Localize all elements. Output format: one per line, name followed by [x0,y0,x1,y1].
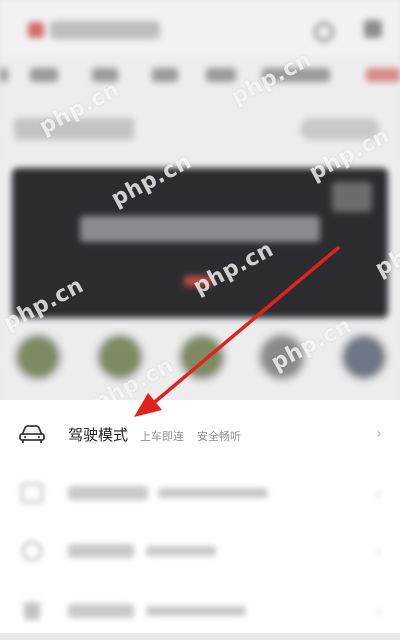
mode-2-subtitle [158,488,268,498]
mode-3-title [68,544,134,558]
mode-3-icon [22,541,42,561]
driving-mode-row[interactable]: 驾驶模式 上车即连 安全畅听 › [0,404,400,462]
mode-row-2[interactable]: › [0,464,400,522]
mode-2-icon [21,483,43,503]
mode-4-title [68,604,134,618]
category-tabs [0,62,400,90]
mode-3-subtitle [146,546,216,556]
mode-4-icon [24,602,40,620]
mode-4-subtitle [146,606,246,616]
driving-mode-title: 驾驶模式 [68,426,129,444]
menu-icon [364,20,382,38]
chevron-right-icon: › [376,486,382,502]
chevron-right-icon: › [376,544,382,560]
search-bar [50,21,160,39]
app-logo [28,22,44,38]
driving-mode-subtitle-2: 安全畅听 [197,430,241,443]
car-icon [19,425,45,443]
driving-mode-subtitle-1: 上车即连 [140,430,184,443]
bottom-sheet: 驾驶模式 上车即连 安全畅听 › › › › [0,400,400,633]
search-icon [314,22,334,42]
mode-2-title [68,486,148,500]
chevron-right-icon: › [376,604,382,620]
chevron-right-icon: › [376,426,382,442]
top-bar [0,0,400,58]
mode-row-4[interactable]: › [0,582,400,640]
mode-row-3[interactable]: › [0,522,400,580]
